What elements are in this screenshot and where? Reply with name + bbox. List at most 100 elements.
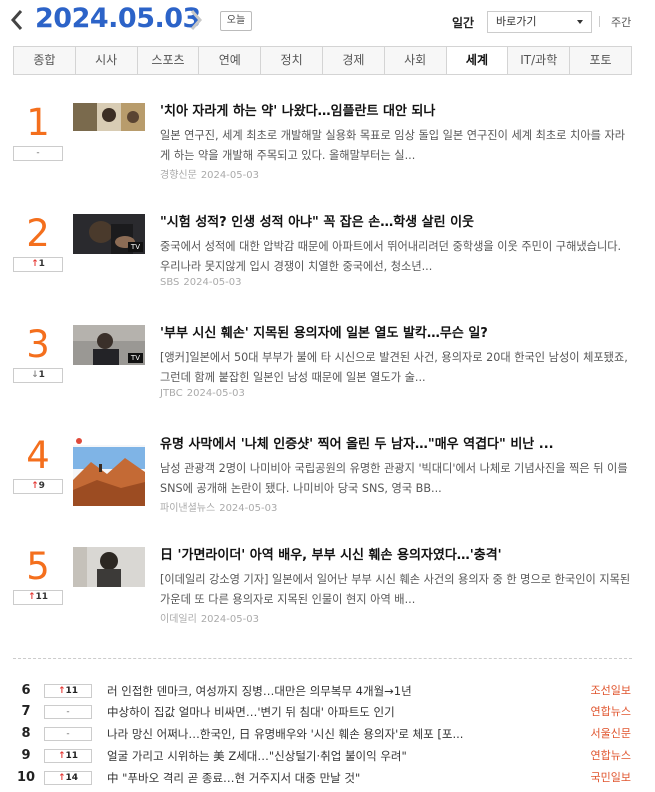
arrow-up-icon: ↑ [57, 773, 66, 783]
tv-badge-icon: TV [127, 353, 143, 363]
rank-change-value: - [66, 729, 70, 739]
ranking-item: 1 - '치아 자라게 하는 약' 나왔다…임플란트 대안 되나 일본 연구진,… [0, 103, 655, 213]
article-title[interactable]: 日 '가면라이더' 아역 배우, 부부 시신 훼손 용의자였다…'충격' [160, 547, 640, 565]
tab-society[interactable]: 사회 [385, 47, 447, 74]
article-meta: 이데일리 2024-05-03 [160, 610, 259, 625]
tab-general[interactable]: 종합 [14, 47, 76, 74]
article-title[interactable]: 러 인접한 덴마크, 여성까지 징병…대만은 의무복무 4개월→1년 [107, 681, 502, 701]
article-summary: 남성 관광객 2명이 나미비아 국립공원의 유명한 관광지 '빅대디'에서 나체… [160, 462, 628, 495]
arrow-up-icon: ↑ [31, 481, 39, 491]
article-date: 2024-05-03 [183, 277, 242, 288]
rank-change-badge: ↑1 [13, 257, 63, 272]
article-date: 2024-05-03 [200, 170, 259, 181]
rank-change-badge: ↑11 [13, 590, 63, 605]
tab-sports[interactable]: 스포츠 [138, 47, 200, 74]
article-meta: SBS 2024-05-03 [160, 277, 242, 288]
goto-select[interactable]: 바로가기 [487, 11, 592, 33]
press-name: 파이낸셜뉴스 [160, 503, 216, 514]
rank-change-value: - [36, 148, 40, 158]
tab-world[interactable]: 세계 [446, 47, 509, 74]
rank-change-value: 1 [38, 259, 45, 269]
ranking-item: 5 ↑11 日 '가면라이더' 아역 배우, 부부 시신 훼손 용의자였다…'충… [0, 547, 655, 657]
article-title[interactable]: 얼굴 가리고 시위하는 美 Z세대…"신상털기·취업 불이익 우려" [107, 746, 502, 766]
rank-change-badge: - [44, 727, 92, 741]
rank-change-badge: - [13, 146, 63, 161]
article-summary: [이데일리 강소영 기자] 일본에서 일어난 부부 시신 훼손 사건의 용의자 … [160, 573, 631, 606]
rank-change-value: 11 [65, 686, 79, 696]
article-thumbnail[interactable]: TV [73, 214, 145, 254]
arrow-up-icon: ↑ [57, 751, 66, 761]
rank-change-badge: ↓1 [13, 368, 63, 383]
article-thumbnail[interactable] [73, 103, 145, 131]
rank-number: 5 [26, 545, 50, 588]
article-summary: 중국에서 성적에 대한 압박감 때문에 아파트에서 뛰어내리려던 중학생을 이웃… [160, 240, 622, 273]
tab-politics[interactable]: 정치 [261, 47, 323, 74]
tab-photo[interactable]: 포토 [570, 47, 631, 74]
category-tabs: 종합 시사 스포츠 연예 정치 경제 사회 세계 IT/과학 포토 [13, 46, 632, 75]
list-item: 6 ↑11 러 인접한 덴마크, 여성까지 징병…대만은 의무복무 4개월→1년… [0, 681, 655, 701]
daily-period-label: 일간 [452, 16, 475, 30]
list-item: 10 ↑14 中 "푸바오 격리 곧 종료…현 거주지서 대중 만날 것" 국민… [0, 768, 655, 788]
section-divider [13, 658, 632, 659]
article-date: 2024-05-03 [200, 614, 259, 625]
article-summary: [앵커]일본에서 50대 부부가 불에 타 시신으로 발견된 사건, 용의자로 … [160, 351, 628, 384]
rank-change-badge: ↑9 [13, 479, 63, 494]
arrow-up-icon: ↑ [57, 686, 66, 696]
article-meta: 경향신문 2024-05-03 [160, 166, 259, 181]
article-title[interactable]: '치아 자라게 하는 약' 나왔다…임플란트 대안 되나 [160, 103, 640, 121]
current-date: 2024.05.03 [35, 3, 201, 34]
chevron-right-icon[interactable] [188, 7, 208, 33]
rank-change-value: 11 [35, 592, 49, 602]
weekly-link[interactable]: 주간 [611, 14, 631, 30]
rank-number: 1 [26, 101, 50, 144]
article-thumbnail[interactable] [73, 436, 145, 506]
today-button[interactable]: 오늘 [220, 11, 252, 31]
article-title[interactable]: 나라 망신 어쩌나…한국인, 日 유명배우와 '시신 훼손 용의자'로 체포 [… [107, 724, 502, 744]
tab-economy[interactable]: 경제 [323, 47, 385, 74]
rank-number: 9 [21, 748, 31, 763]
article-title[interactable]: 中 "푸바오 격리 곧 종료…현 거주지서 대중 만날 것" [107, 768, 502, 788]
press-name: 이데일리 [160, 614, 197, 625]
ranking-item: 4 ↑9 유명 사막에서 '나체 인증샷' 찍어 올린 두 남자…"매우 역겹다… [0, 436, 655, 546]
rank-number: 8 [21, 726, 31, 741]
press-name: SBS [160, 277, 180, 288]
article-title[interactable]: '부부 시신 훼손' 지목된 용의자에 일본 열도 발칵…무슨 일? [160, 325, 640, 343]
rank-change-value: 14 [65, 773, 79, 783]
press-name[interactable]: 연합뉴스 [591, 746, 631, 766]
tab-it-science[interactable]: IT/과학 [508, 47, 571, 74]
rank-change-badge: ↑11 [44, 749, 92, 763]
press-name[interactable]: 연합뉴스 [591, 702, 631, 722]
press-name: JTBC [160, 388, 183, 399]
tab-entertainment[interactable]: 연예 [199, 47, 262, 74]
arrow-down-icon: ↓ [31, 370, 39, 380]
rank-change-value: 11 [65, 751, 79, 761]
ranking-item: 2 ↑1 TV "시험 성적? 인생 성적 아냐" 꼭 잡은 손…학생 살린 이… [0, 214, 655, 324]
chevron-down-icon [577, 20, 583, 24]
press-name[interactable]: 국민일보 [591, 768, 631, 788]
article-thumbnail[interactable] [73, 547, 145, 587]
rank-change-value: 9 [38, 481, 45, 491]
article-summary: 일본 연구진, 세계 최초로 개발해말 실용화 목표로 임상 돌입 일본 연구진… [160, 129, 626, 162]
tv-badge-icon: TV [127, 242, 143, 252]
press-name[interactable]: 조선일보 [591, 681, 631, 701]
divider [599, 16, 600, 27]
rank-number: 4 [26, 434, 50, 477]
article-meta: 파이낸셜뉴스 2024-05-03 [160, 499, 277, 514]
rank-change-badge: ↑14 [44, 771, 92, 785]
rank-change-value: - [66, 707, 70, 717]
article-title[interactable]: 中상하이 집값 얼마나 비싸면…'변기 뒤 침대' 아파트도 인기 [107, 702, 502, 722]
rank-change-badge: ↑11 [44, 684, 92, 698]
rank-number: 7 [21, 704, 31, 719]
list-item: 9 ↑11 얼굴 가리고 시위하는 美 Z세대…"신상털기·취업 불이익 우려"… [0, 746, 655, 766]
article-title[interactable]: 유명 사막에서 '나체 인증샷' 찍어 올린 두 남자…"매우 역겹다" 비난 … [160, 436, 640, 454]
article-thumbnail[interactable]: TV [73, 325, 145, 365]
tab-current-affairs[interactable]: 시사 [76, 47, 138, 74]
rank-number: 10 [16, 770, 36, 785]
arrow-up-icon: ↑ [27, 592, 36, 602]
article-title[interactable]: "시험 성적? 인생 성적 아냐" 꼭 잡은 손…학생 살린 이웃 [160, 214, 640, 232]
press-name[interactable]: 서울신문 [591, 724, 631, 744]
goto-select-value: 바로가기 [496, 15, 537, 28]
chevron-left-icon[interactable] [9, 7, 29, 33]
arrow-up-icon: ↑ [31, 259, 39, 269]
press-name: 경향신문 [160, 170, 197, 181]
